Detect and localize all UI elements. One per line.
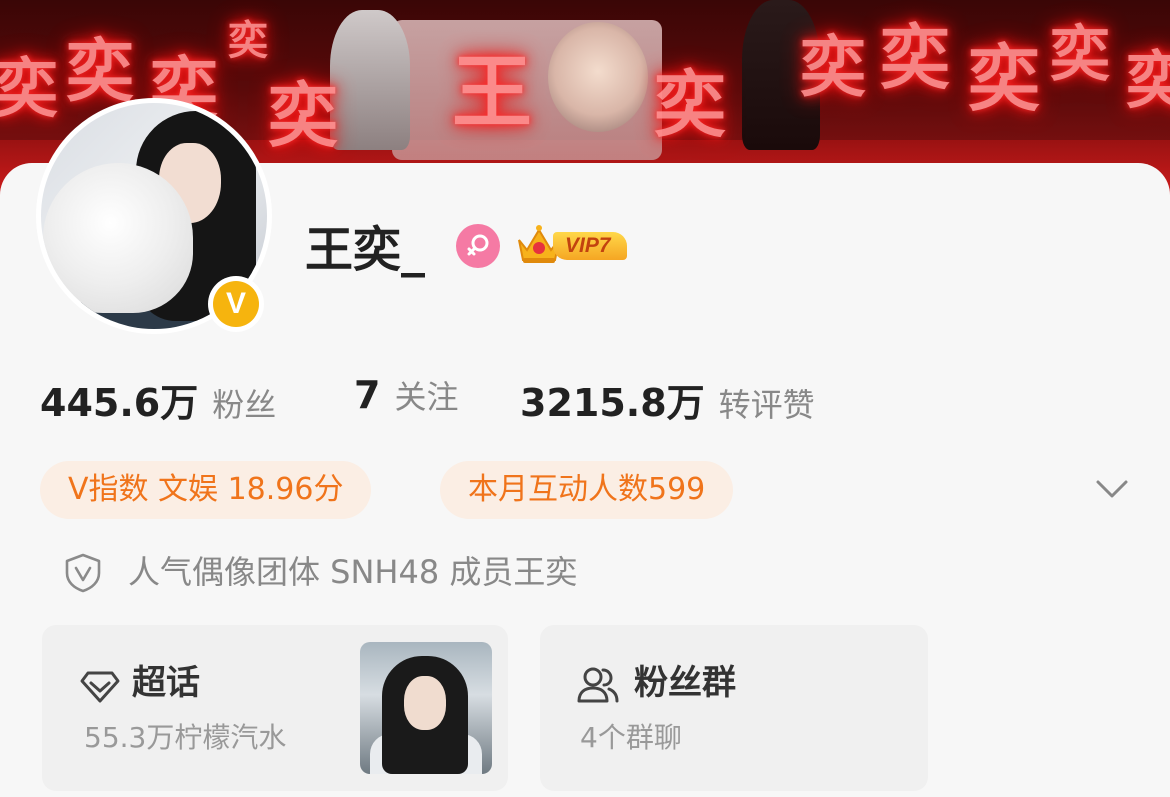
following-label: 关注 [394, 378, 459, 416]
following-stat[interactable]: 7 关注 [354, 372, 458, 418]
followers-label: 粉丝 [212, 386, 277, 424]
avatar-cat [43, 163, 193, 313]
fan-group-card[interactable]: 粉丝群 4个群聊 [540, 625, 928, 791]
banner-glow-text: 奕 [880, 16, 950, 99]
banner-glow-text: 奕 [1126, 44, 1170, 117]
banner-glow-text: 王 [452, 45, 532, 139]
supertopic-subtitle: 55.3万柠檬汽水 [84, 721, 287, 754]
fan-group-subtitle: 4个群聊 [580, 721, 682, 754]
banner-glow-text: 奕 [654, 62, 727, 147]
female-gender-icon [456, 224, 500, 268]
verified-badge-mark: V [213, 281, 259, 327]
supertopic-title: 超话 [132, 663, 200, 703]
shield-icon [65, 553, 101, 593]
reposts-stat[interactable]: 3215.8万 转评赞 [520, 372, 815, 427]
reposts-count: 3215.8万 [520, 381, 705, 425]
banner-glow-text: 奕 [1050, 20, 1110, 90]
monthly-interactions-tag[interactable]: 本月互动人数599 [440, 461, 734, 519]
diamond-icon [80, 671, 120, 703]
reposts-label: 转评赞 [718, 386, 815, 424]
profile-name: 王奕_ [305, 222, 426, 278]
fan-group-title: 粉丝群 [634, 663, 736, 703]
vip-level-label: VIP7 [553, 232, 627, 260]
verified-badge-icon: V [208, 276, 264, 332]
profile-page: 奕 奕 奕 奕 奕 王 奕 奕 奕 奕 奕 奕 V 王奕_ VIP7 445.6… [0, 0, 1170, 797]
banner-cake-portrait [548, 22, 648, 132]
chevron-down-icon[interactable] [1094, 474, 1130, 502]
verification-text: 人气偶像团体 SNH48 成员王奕 [128, 553, 578, 591]
banner-glow-text: 奕 [228, 17, 268, 64]
following-count: 7 [354, 373, 381, 417]
banner-glow-text: 奕 [800, 28, 866, 106]
supertopic-card[interactable]: 超话 55.3万柠檬汽水 [42, 625, 508, 791]
supertopic-thumbnail [360, 642, 492, 774]
banner-glow-text: 奕 [66, 32, 135, 112]
v-index-tag[interactable]: V指数 文娱 18.96分 [40, 461, 372, 519]
banner-glow-text: 奕 [268, 74, 338, 157]
group-icon [577, 667, 619, 703]
followers-stat[interactable]: 445.6万 粉丝 [40, 372, 276, 427]
banner-person [330, 10, 410, 150]
female-symbol-svg [467, 234, 489, 256]
thumbnail-face [404, 676, 446, 730]
vip-badge[interactable]: VIP7 [515, 222, 645, 268]
followers-count: 445.6万 [40, 381, 199, 425]
banner-glow-text: 奕 [968, 36, 1041, 121]
banner-glow-text: 奕 [0, 52, 58, 127]
